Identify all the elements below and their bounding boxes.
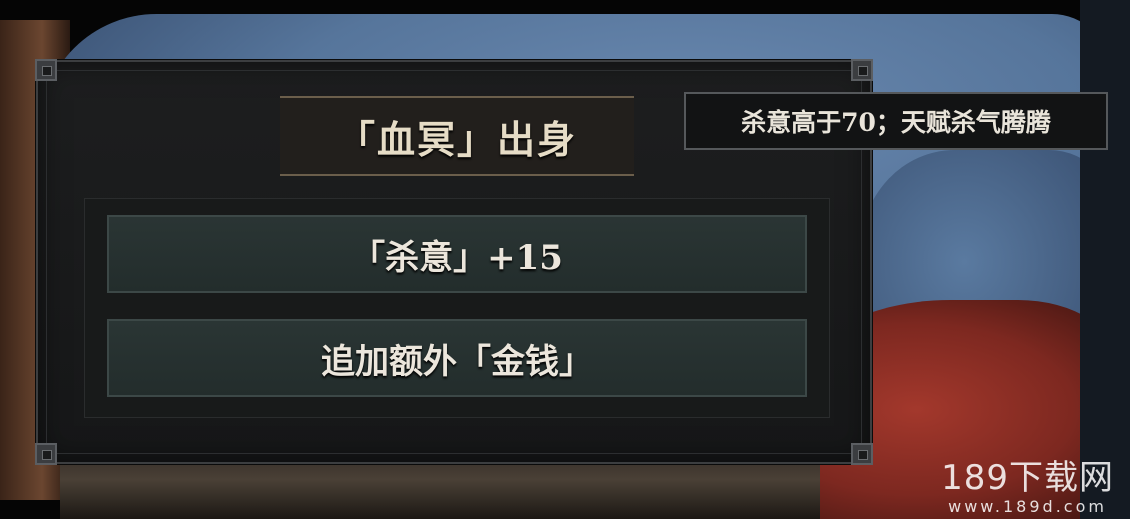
event-title: 「血冥」出身 — [336, 116, 577, 162]
event-title-box: 「血冥」出身 — [280, 96, 634, 176]
corner-ornament-icon — [35, 443, 57, 465]
game-scene: 「血冥」出身 「杀意」+15 追加额外「金钱」 杀意高于70；天赋杀气腾腾 18… — [0, 0, 1130, 519]
requirement-tooltip: 杀意高于70；天赋杀气腾腾 — [684, 92, 1108, 150]
corner-ornament-icon — [851, 59, 873, 81]
option-button-kill-intent[interactable]: 「杀意」+15 — [107, 215, 807, 293]
option-button-extra-money[interactable]: 追加额外「金钱」 — [107, 319, 807, 397]
tooltip-text: 杀意高于70；天赋杀气腾腾 — [741, 108, 1051, 137]
corner-ornament-icon — [851, 443, 873, 465]
options-area: 「杀意」+15 追加额外「金钱」 — [84, 198, 830, 418]
option-label: 「杀意」+15 — [351, 237, 563, 278]
watermark-brand: 189下载网 — [941, 458, 1114, 498]
watermark: 189下载网 www.189d.com — [941, 450, 1114, 516]
watermark-url: www.189d.com — [948, 497, 1107, 516]
background-shadow — [1080, 0, 1130, 519]
corner-ornament-icon — [35, 59, 57, 81]
option-label: 追加额外「金钱」 — [321, 341, 593, 382]
